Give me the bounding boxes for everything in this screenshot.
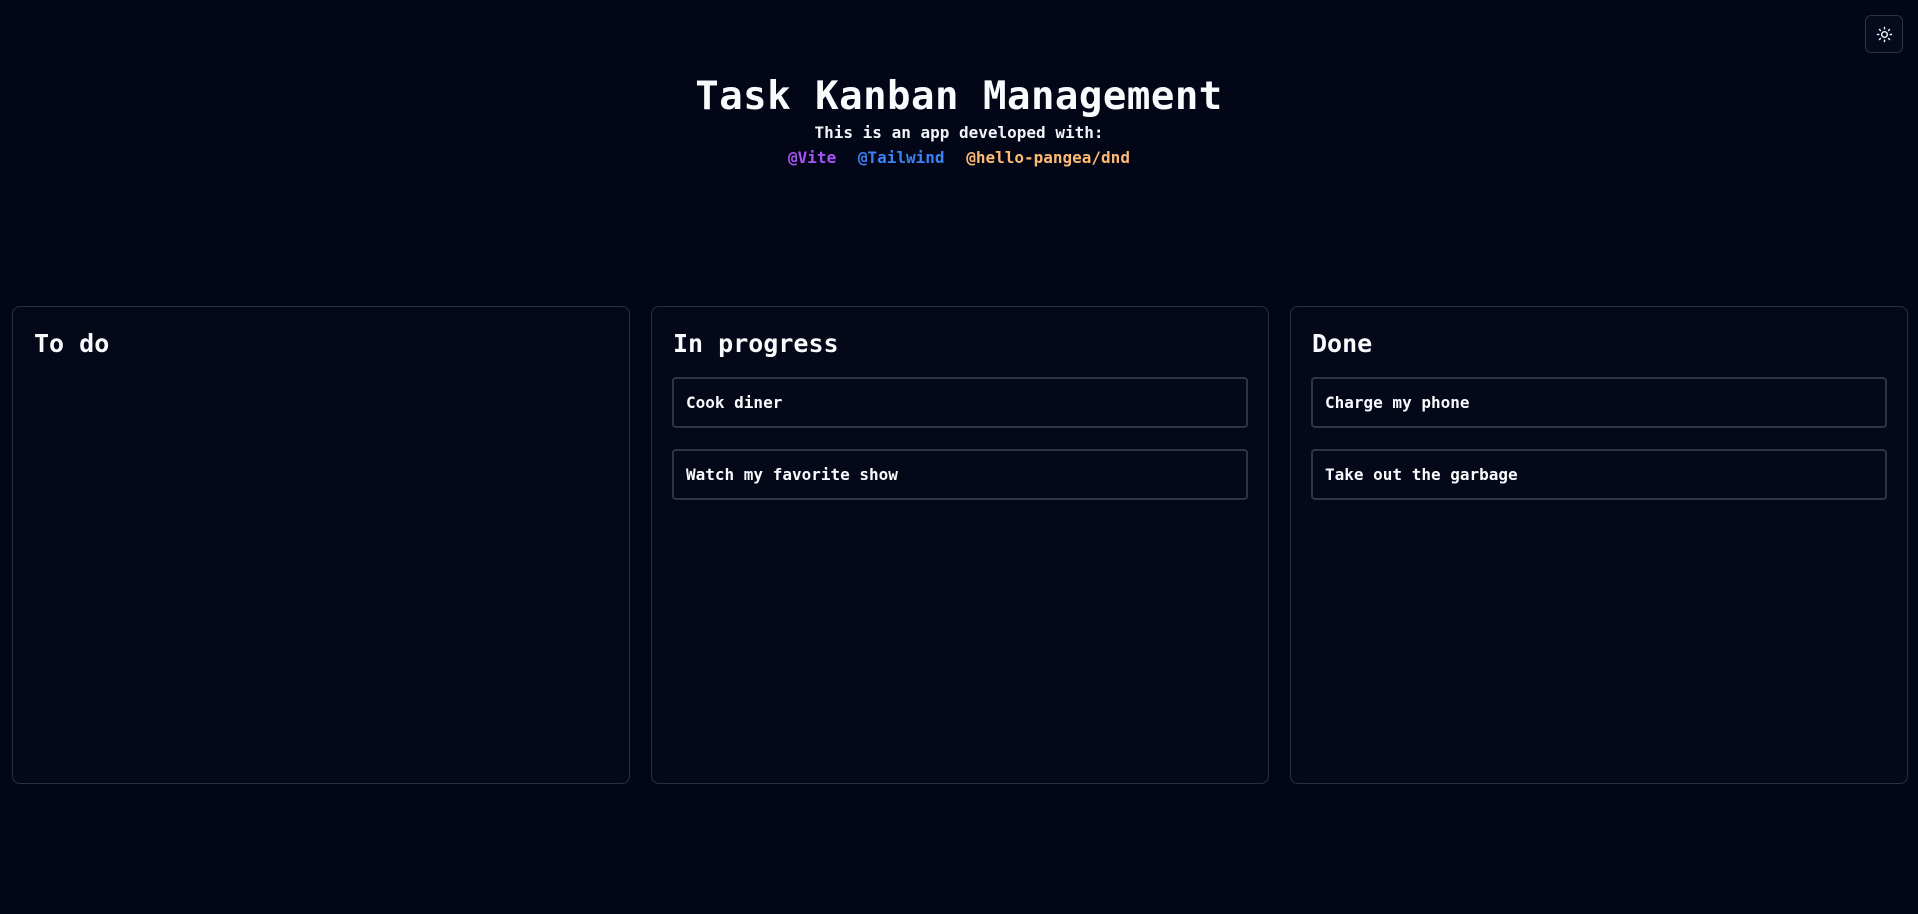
app-header: Task Kanban Management This is an app de… [0,72,1918,170]
column-title: In progress [673,329,839,358]
theme-toggle-button[interactable] [1865,15,1903,53]
tech-dnd: @hello-pangea/dnd [966,148,1130,167]
tech-tailwind: @Tailwind [857,148,945,167]
tech-list: @Vite @Tailwind @hello-pangea/dnd [0,146,1918,170]
sun-icon [1876,26,1893,43]
column-in-progress[interactable]: In progress Cook diner Watch my favorite… [651,306,1269,784]
column-done[interactable]: Done Charge my phone Take out the garbag… [1290,306,1908,784]
column-todo[interactable]: To do [12,306,630,784]
page: Task Kanban Management This is an app de… [0,0,1918,914]
task-card[interactable]: Charge my phone [1311,377,1887,428]
tech-vite: @Vite [788,148,837,167]
kanban-board: To do In progress Cook diner Watch my fa… [12,306,1908,784]
task-card[interactable]: Cook diner [672,377,1248,428]
page-subtitle: This is an app developed with: [814,123,1104,142]
column-title: To do [34,329,110,358]
column-title: Done [1312,329,1373,358]
task-card[interactable]: Take out the garbage [1311,449,1887,500]
task-card[interactable]: Watch my favorite show [672,449,1248,500]
page-title: Task Kanban Management [695,74,1223,119]
